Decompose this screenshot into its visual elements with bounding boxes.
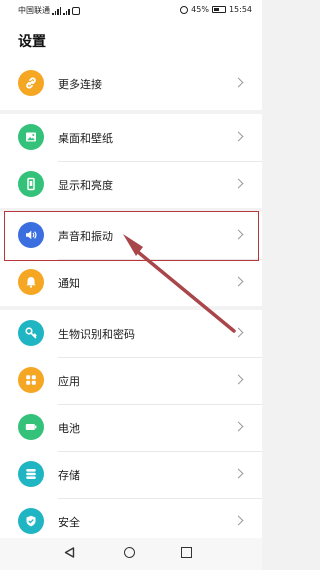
settings-group-system: 生物识别和密码 应用 电池 存储 安全: [0, 310, 262, 538]
shield-icon: [18, 508, 44, 534]
settings-group-display: 桌面和壁纸 显示和亮度: [0, 114, 262, 208]
settings-item-label: 存储: [58, 469, 80, 482]
settings-item-label: 更多连接: [58, 78, 102, 91]
settings-item-label: 应用: [58, 375, 80, 388]
home-icon[interactable]: [124, 547, 135, 558]
chevron-right-icon: [233, 468, 244, 479]
status-bar: 中国联通 45% 15:54: [0, 0, 262, 20]
settings-group-connectivity: 更多连接: [0, 58, 262, 110]
settings-item-storage[interactable]: 存储: [0, 451, 262, 499]
settings-item-label: 通知: [58, 277, 80, 290]
recent-apps-icon[interactable]: [181, 547, 192, 558]
settings-item-biometrics-password[interactable]: 生物识别和密码: [0, 310, 262, 358]
chevron-right-icon: [233, 515, 244, 526]
image-icon: [18, 124, 44, 150]
chevron-right-icon: [233, 131, 244, 142]
settings-item-battery[interactable]: 电池: [0, 404, 262, 452]
nfc-icon: [71, 6, 80, 15]
bell-icon: [18, 269, 44, 295]
chevron-right-icon: [233, 178, 244, 189]
clock: 15:54: [228, 5, 252, 14]
battery-percent: 45%: [191, 5, 209, 14]
settings-item-apps[interactable]: 应用: [0, 357, 262, 405]
chevron-right-icon: [233, 421, 244, 432]
battery-status-icon: [211, 6, 226, 13]
key-icon: [18, 320, 44, 346]
chevron-right-icon: [233, 327, 244, 338]
settings-item-more-connections[interactable]: 更多连接: [0, 60, 262, 108]
back-icon[interactable]: [64, 547, 75, 558]
page-title: 设置: [18, 34, 46, 50]
phone-icon: [18, 171, 44, 197]
chevron-right-icon: [233, 374, 244, 385]
navigation-bar: [0, 538, 262, 570]
settings-item-display-brightness[interactable]: 显示和亮度: [0, 161, 262, 209]
settings-item-label: 显示和亮度: [58, 179, 113, 192]
settings-item-label: 安全: [58, 516, 80, 529]
carrier-text: 中国联通: [18, 6, 50, 15]
chevron-right-icon: [233, 276, 244, 287]
alarm-icon: [180, 5, 189, 14]
storage-icon: [18, 461, 44, 487]
settings-item-label: 生物识别和密码: [58, 328, 135, 341]
settings-item-desktop-wallpaper[interactable]: 桌面和壁纸: [0, 114, 262, 162]
settings-item-label: 桌面和壁纸: [58, 132, 113, 145]
apps-icon: [18, 367, 44, 393]
settings-item-notifications[interactable]: 通知: [0, 259, 262, 307]
signal-icon: [52, 6, 61, 15]
battery-icon: [18, 414, 44, 440]
wifi-icon: [63, 7, 70, 15]
chevron-right-icon: [233, 77, 244, 88]
settings-item-label: 电池: [58, 422, 80, 435]
link-icon: [18, 70, 44, 96]
highlight-box: [4, 211, 259, 261]
